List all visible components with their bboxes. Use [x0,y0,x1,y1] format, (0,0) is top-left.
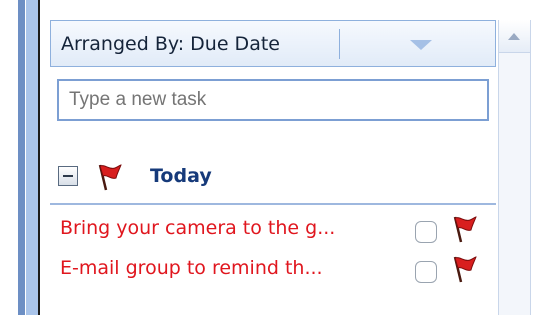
task-complete-checkbox[interactable] [415,221,437,243]
scroll-up-button[interactable] [499,20,530,53]
group-title: Today [150,165,212,187]
navigation-pane-edge [0,0,40,315]
new-task-input[interactable] [57,79,489,121]
red-flag-icon[interactable] [451,254,477,284]
task-row[interactable]: E-mail group to remind th... [50,252,496,294]
group-header-today[interactable]: Today [50,160,496,205]
collapse-minus-icon[interactable] [58,166,78,186]
task-complete-checkbox[interactable] [415,261,437,283]
task-subject[interactable]: Bring your camera to the g... [60,217,400,239]
pane-splitter-light[interactable] [26,0,38,315]
task-subject[interactable]: E-mail group to remind th... [60,257,400,279]
to-do-bar-task-pane: Arranged By: Due Date Today Bring your c… [40,0,498,315]
vertical-scrollbar[interactable] [498,20,531,315]
arrange-by-header[interactable]: Arranged By: Due Date [50,20,496,67]
triangle-down-icon[interactable] [406,37,436,53]
chevron-up-icon [508,33,520,40]
pane-splitter-dark[interactable] [18,0,25,315]
red-flag-icon[interactable] [451,214,477,244]
right-margin [531,0,542,315]
red-flag-icon [95,162,123,192]
group-separator [50,203,496,205]
task-row[interactable]: Bring your camera to the g... [50,212,496,254]
header-divider [339,29,340,59]
arrange-by-label: Arranged By: Due Date [61,33,280,55]
